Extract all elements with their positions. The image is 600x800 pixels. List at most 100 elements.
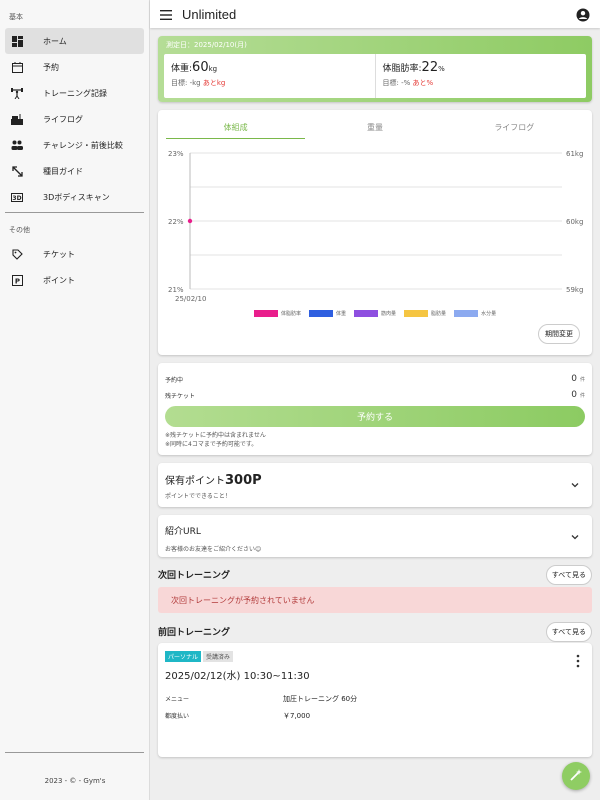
chart-tabs: 体組成 重量 ライフログ xyxy=(166,122,584,139)
reserved-label: 予約中 xyxy=(165,376,184,384)
sidebar-item-exercise-guide[interactable]: 種目ガイド xyxy=(5,158,144,184)
prev-training-badges: パーソナル 受講済み xyxy=(165,651,585,662)
body-fat-value: 22 xyxy=(421,60,439,75)
chevron-down-icon[interactable] xyxy=(570,475,580,488)
reservation-note-2: ※同時に4コマまで予約可能です。 xyxy=(165,441,258,448)
legend-swatch xyxy=(309,310,334,317)
no-next-training-alert: 次回トレーニングが予約されていません xyxy=(158,587,592,613)
tickets-label: 残チケット xyxy=(165,392,196,400)
sidebar-item-label: チャレンジ・前後比較 xyxy=(43,140,123,150)
chart-y-left-tick: 21% xyxy=(168,286,184,294)
legend-label: 脂肪量 xyxy=(431,311,447,317)
sidebar-item-training-record[interactable]: トレーニング記録 xyxy=(5,80,144,106)
reserve-button[interactable]: 予約する xyxy=(165,406,585,427)
referral-label: 紹介URL xyxy=(165,527,201,537)
legend-item[interactable]: 体脂肪率 xyxy=(254,310,301,317)
expand-arrows-icon xyxy=(11,165,23,177)
tab-lifelog[interactable]: ライフログ xyxy=(445,122,584,139)
sidebar-item-ticket[interactable]: チケット xyxy=(5,241,144,267)
sidebar-item-points[interactable]: P ポイント xyxy=(5,267,144,293)
sidebar-item-reservation[interactable]: 予約 xyxy=(5,54,144,80)
3d-icon: 3D xyxy=(11,191,23,203)
measurement-stats: 体重:60kg 目標: -kg あとkg 体脂肪率:22% 目標: -% あと% xyxy=(164,54,586,98)
reservation-notes: ※残チケットに予約中は含まれません ※同時に4コマまで予約可能です。 xyxy=(165,431,585,449)
sidebar-item-lifelog[interactable]: ライフログ xyxy=(5,106,144,132)
reservation-card: 予約中 0件 残チケット 0件 予約する ※残チケットに予約中は含まれません ※… xyxy=(158,363,592,455)
sidebar-footer-divider xyxy=(5,752,144,753)
sidebar-section-basic: 基本 xyxy=(9,13,23,21)
magic-wand-icon xyxy=(569,767,583,786)
sidebar-item-label: チケット xyxy=(43,249,75,259)
referral-description: お客様のお友達をご紹介ください😊 xyxy=(165,546,262,553)
legend-label: 筋肉量 xyxy=(381,311,397,317)
tab-weight[interactable]: 重量 xyxy=(305,122,444,139)
weight-label: 体重: xyxy=(171,64,193,74)
legend-item[interactable]: 体重 xyxy=(309,310,346,317)
sidebar-item-label: ホーム xyxy=(43,36,67,46)
legend-item[interactable]: 水分量 xyxy=(454,310,496,317)
lifelog-icon xyxy=(11,113,23,125)
chart-y-right-tick: 59kg xyxy=(566,286,583,294)
parking-icon: P xyxy=(11,274,23,286)
menu-value: 加圧トレーニング 60分 xyxy=(283,695,358,703)
sidebar-item-label: ライフログ xyxy=(43,114,83,124)
menu-icon[interactable] xyxy=(160,5,174,24)
badge-personal: パーソナル xyxy=(165,651,202,662)
people-icon xyxy=(11,139,23,151)
tab-body-composition[interactable]: 体組成 xyxy=(166,122,306,139)
prev-training-title: 前回トレーニング xyxy=(158,628,231,638)
sidebar-footer: 2023 - © - Gym's xyxy=(44,777,106,785)
tickets-unit: 件 xyxy=(579,393,585,399)
weight-unit: kg xyxy=(208,65,218,73)
body-composition-chart: 23% 22% 21% 61kg 60kg 59kg 25/02/10 xyxy=(168,150,583,303)
change-period-button[interactable]: 期間変更 xyxy=(538,324,580,344)
points-card[interactable]: 保有ポイント300P ポイントでできること！ xyxy=(158,463,592,507)
sidebar: 基本 ホーム 予約 トレーニング記録 ライフログ チャレンジ・前後比較 種目ガイ xyxy=(0,0,150,800)
body-fat-label: 体脂肪率: xyxy=(382,64,422,74)
sidebar-item-label: 予約 xyxy=(43,62,59,72)
body-fat-unit: % xyxy=(438,65,445,73)
sidebar-item-3d-body-scan[interactable]: 3D 3Dボディスキャン xyxy=(5,184,144,210)
reserved-unit: 件 xyxy=(579,377,585,383)
chevron-down-icon[interactable] xyxy=(570,527,580,540)
weightlifting-icon xyxy=(11,87,23,99)
body-fat-remaining: あと% xyxy=(412,79,434,87)
payment-value: ￥7,000 xyxy=(283,712,311,720)
fab-button[interactable] xyxy=(562,762,590,790)
chart-point-body-fat xyxy=(187,218,193,224)
more-vert-icon[interactable] xyxy=(576,653,580,668)
weight-stat: 体重:60kg 目標: -kg あとkg xyxy=(164,54,375,98)
legend-label: 体重 xyxy=(336,311,347,317)
sidebar-item-label: 3Dボディスキャン xyxy=(43,192,110,202)
svg-text:P: P xyxy=(14,277,19,285)
sidebar-item-label: ポイント xyxy=(43,275,75,285)
badge-completed: 受講済み xyxy=(203,651,234,662)
chart-x-tick: 25/02/10 xyxy=(175,295,206,303)
reserved-row: 予約中 0件 xyxy=(165,371,585,387)
sidebar-item-home[interactable]: ホーム xyxy=(5,28,144,54)
svg-text:3D: 3D xyxy=(12,195,21,202)
measurement-card: 測定日：2025/02/10(月) 体重:60kg 目標: -kg あとkg 体… xyxy=(158,36,592,102)
next-training-see-all-button[interactable]: すべて見る xyxy=(545,565,592,585)
chart-y-right-tick: 61kg xyxy=(566,150,583,158)
menu-label: メニュー xyxy=(165,696,190,703)
chart-y-left-tick: 22% xyxy=(168,218,184,226)
next-training-title: 次回トレーニング xyxy=(158,571,231,581)
sidebar-item-label: 種目ガイド xyxy=(43,166,83,176)
legend-item[interactable]: 筋肉量 xyxy=(354,310,396,317)
dashboard-icon xyxy=(11,35,23,47)
legend-label: 体脂肪率 xyxy=(281,311,302,317)
points-label: 保有ポイント xyxy=(165,476,225,487)
account-icon[interactable] xyxy=(576,7,590,22)
chart-legend: 体脂肪率 体重 筋肉量 脂肪量 水分量 xyxy=(254,310,504,317)
legend-swatch xyxy=(254,310,278,317)
prev-training-menu-row: メニュー 加圧トレーニング 60分 xyxy=(165,694,585,704)
prev-training-see-all-button[interactable]: すべて見る xyxy=(545,622,592,642)
referral-card[interactable]: 紹介URL お客様のお友達をご紹介ください😊 xyxy=(158,515,592,557)
payment-label: 都度払い xyxy=(165,713,190,720)
prev-training-payment-row: 都度払い ￥7,000 xyxy=(165,711,585,721)
calendar-edit-icon xyxy=(11,61,23,73)
legend-item[interactable]: 脂肪量 xyxy=(404,310,446,317)
sidebar-item-challenge[interactable]: チャレンジ・前後比較 xyxy=(5,132,144,158)
chart-y-left-tick: 23% xyxy=(168,150,184,158)
